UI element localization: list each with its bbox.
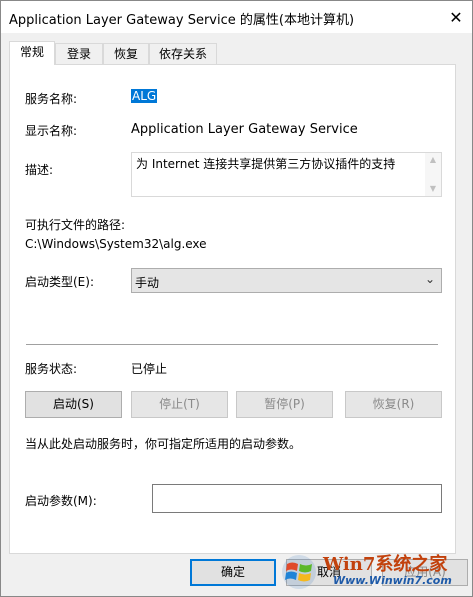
watermark-title: Win7系统之家 — [323, 554, 448, 575]
scroll-up-icon[interactable]: ▲ — [425, 153, 441, 167]
pause-button[interactable]: 暂停(P) — [236, 391, 333, 418]
service-status-value: 已停止 — [131, 362, 168, 376]
service-name-label: 服务名称: — [25, 92, 78, 106]
chevron-down-icon: ⌄ — [424, 272, 435, 286]
stop-button[interactable]: 停止(T) — [131, 391, 228, 418]
exe-path-label: 可执行文件的路径: — [25, 218, 126, 232]
start-params-input[interactable] — [152, 484, 442, 513]
exe-path-value: C:\Windows\System32\alg.exe — [25, 237, 207, 251]
tab-general[interactable]: 常规 — [9, 41, 55, 65]
general-panel: 服务名称: ALG 显示名称: Application Layer Gatewa… — [9, 64, 456, 554]
properties-dialog: Application Layer Gateway Service 的属性(本地… — [0, 0, 473, 597]
startup-type-select[interactable]: 手动 ⌄ — [131, 268, 442, 293]
title-bar: Application Layer Gateway Service 的属性(本地… — [1, 1, 472, 33]
divider — [26, 344, 438, 345]
windows-logo-icon — [282, 555, 316, 589]
scroll-down-icon[interactable]: ▼ — [425, 182, 441, 196]
service-status-label: 服务状态: — [25, 362, 78, 376]
description-text: 为 Internet 连接共享提供第三方协议插件的支持 — [136, 157, 396, 171]
watermark-url: Www.Winwin7.com — [333, 574, 452, 587]
service-name-text: ALG — [131, 89, 158, 103]
watermark: Win7系统之家 Www.Winwin7.com — [279, 548, 469, 596]
start-button[interactable]: 启动(S) — [25, 391, 122, 418]
display-name-label: 显示名称: — [25, 124, 78, 138]
close-icon[interactable]: ✕ — [440, 1, 472, 33]
start-params-label: 启动参数(M): — [25, 494, 97, 508]
resume-button[interactable]: 恢复(R) — [345, 391, 442, 418]
tab-dependencies[interactable]: 依存关系 — [149, 43, 217, 64]
tab-recovery[interactable]: 恢复 — [103, 43, 149, 64]
description-field[interactable]: 为 Internet 连接共享提供第三方协议插件的支持 ▲ ▼ — [131, 152, 442, 197]
tab-logon[interactable]: 登录 — [55, 43, 103, 64]
start-hint-text: 当从此处启动服务时，你可指定所适用的启动参数。 — [25, 437, 302, 451]
window-title: Application Layer Gateway Service 的属性(本地… — [9, 13, 355, 28]
description-label: 描述: — [25, 163, 54, 177]
description-scrollbar[interactable]: ▲ ▼ — [425, 153, 441, 196]
startup-type-value: 手动 — [135, 276, 160, 290]
service-name-value[interactable]: ALG — [131, 89, 158, 103]
startup-type-label: 启动类型(E): — [25, 275, 94, 289]
ok-button[interactable]: 确定 — [190, 559, 276, 586]
display-name-value: Application Layer Gateway Service — [131, 122, 358, 137]
